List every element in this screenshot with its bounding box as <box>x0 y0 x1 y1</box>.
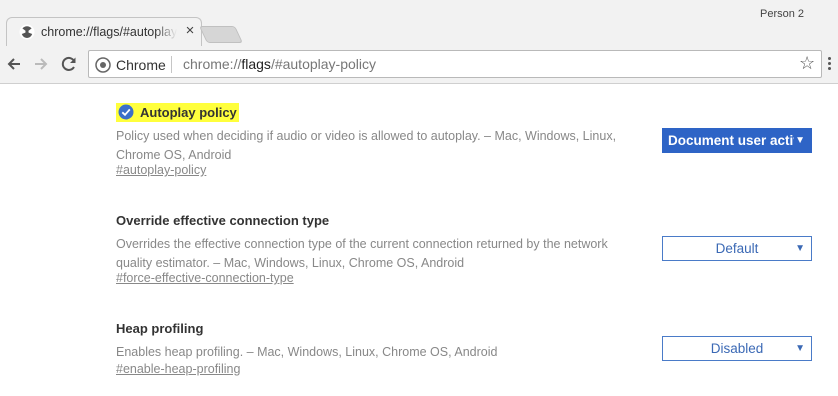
reload-icon[interactable] <box>58 53 80 75</box>
radiation-icon <box>19 24 35 40</box>
url-scheme: chrome:// <box>183 56 242 72</box>
experiment-title: Override effective connection type <box>116 213 330 228</box>
experiment-title-highlighted: Autoplay policy <box>116 103 239 122</box>
dropdown-arrow-icon: ▼ <box>795 343 805 354</box>
tab-strip: chrome://flags/#autoplay-policy × Person… <box>0 0 838 47</box>
security-chip[interactable]: Chrome <box>116 57 166 73</box>
chrome-page-icon <box>95 57 111 73</box>
tab-flags[interactable]: chrome://flags/#autoplay-policy × <box>6 17 202 47</box>
autoplay-policy-select[interactable]: Document user activation is required. ▼ <box>662 128 812 153</box>
omnibox-divider <box>171 56 172 73</box>
back-arrow-icon[interactable] <box>3 53 25 75</box>
experiment-anchor-link[interactable]: #force-effective-connection-type <box>116 271 294 285</box>
experiment-description: Policy used when deciding if audio or vi… <box>116 129 617 162</box>
dropdown-arrow-icon: ▼ <box>795 243 805 254</box>
select-value: Disabled <box>710 341 764 356</box>
dropdown-arrow-icon: ▼ <box>795 135 805 146</box>
toolbar: Chrome chrome://flags/#autoplay-policy ☆ <box>0 46 838 84</box>
tab-close-icon[interactable]: × <box>182 23 198 39</box>
forward-arrow-icon[interactable] <box>30 53 52 75</box>
select-value: Default <box>715 241 759 256</box>
experiment-title: Heap profiling <box>116 321 204 336</box>
experiment-anchor-link[interactable]: #enable-heap-profiling <box>116 362 240 376</box>
experiment-anchor-link[interactable]: #autoplay-policy <box>116 163 206 177</box>
menu-dots-icon[interactable] <box>824 55 834 75</box>
connection-type-select[interactable]: Default ▼ <box>662 236 812 261</box>
select-value: Document user activation is required. <box>668 133 794 148</box>
check-circle-icon <box>118 104 134 120</box>
bookmark-star-icon[interactable]: ☆ <box>799 53 815 74</box>
url-host: flags <box>241 56 271 72</box>
experiment-description: Overrides the effective connection type … <box>116 237 608 270</box>
new-tab-button[interactable] <box>199 26 243 43</box>
url-path: /#autoplay-policy <box>270 56 376 72</box>
heap-profiling-select[interactable]: Disabled ▼ <box>662 336 812 361</box>
url-text[interactable]: chrome://flags/#autoplay-policy <box>183 56 376 72</box>
profile-name[interactable]: Person 2 <box>760 8 804 20</box>
experiment-title: Autoplay policy <box>140 105 237 120</box>
experiment-description: Enables heap profiling. – Mac, Windows, … <box>116 345 498 359</box>
tab-title: chrome://flags/#autoplay-policy <box>41 25 177 39</box>
address-bar[interactable]: Chrome chrome://flags/#autoplay-policy ☆ <box>88 50 822 78</box>
